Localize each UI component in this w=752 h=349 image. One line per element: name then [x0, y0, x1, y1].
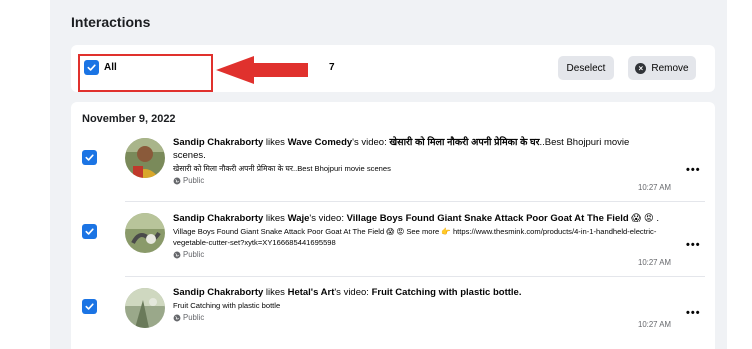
item-timestamp: 10:27 AM — [638, 183, 671, 192]
globe-icon — [173, 314, 181, 321]
item-headline[interactable]: Sandip Chakraborty likes Waje's video: V… — [173, 212, 663, 225]
globe-icon — [173, 251, 181, 258]
interactions-list: November 9, 2022 Sandip Chakraborty like… — [71, 102, 715, 349]
item-description: Village Boys Found Giant Snake Attack Po… — [173, 227, 657, 247]
check-icon — [85, 228, 94, 235]
item-checkbox[interactable] — [82, 224, 97, 239]
item-checkbox[interactable] — [82, 150, 97, 165]
item-timestamp: 10:27 AM — [638, 258, 671, 267]
item-description: Fruit Catching with plastic bottle — [173, 301, 281, 310]
section-title: Interactions — [71, 14, 151, 30]
deselect-button-label: Deselect — [566, 62, 606, 74]
avatar[interactable] — [125, 213, 165, 253]
privacy-indicator: Public — [173, 313, 663, 322]
annotation-arrow-icon — [216, 56, 308, 84]
globe-icon — [173, 177, 181, 184]
item-checkbox[interactable] — [82, 299, 97, 314]
remove-icon: × — [635, 62, 647, 74]
privacy-label: Public — [183, 313, 205, 322]
remove-button[interactable]: × Remove — [628, 56, 696, 80]
privacy-label: Public — [183, 176, 205, 185]
divider — [125, 276, 705, 277]
avatar[interactable] — [125, 288, 165, 328]
check-icon — [85, 303, 94, 310]
annotation-highlight-box — [78, 54, 213, 92]
more-options-icon[interactable]: ••• — [686, 239, 701, 251]
remove-button-label: Remove — [651, 62, 689, 74]
item-text: Sandip Chakraborty likes Waje's video: V… — [173, 212, 663, 259]
privacy-indicator: Public — [173, 250, 663, 259]
item-text: Sandip Chakraborty likes Hetal's Art's v… — [173, 286, 663, 322]
privacy-indicator: Public — [173, 176, 663, 185]
item-headline[interactable]: Sandip Chakraborty likes Hetal's Art's v… — [173, 286, 663, 299]
divider — [125, 201, 705, 202]
deselect-button[interactable]: Deselect — [558, 56, 614, 80]
privacy-label: Public — [183, 250, 205, 259]
check-icon — [85, 154, 94, 161]
avatar[interactable] — [125, 138, 165, 178]
more-options-icon[interactable]: ••• — [686, 164, 701, 176]
date-heading: November 9, 2022 — [82, 113, 176, 125]
more-options-icon[interactable]: ••• — [686, 307, 701, 319]
selected-count: 7 — [329, 62, 335, 73]
item-description: खेसारी को मिला नौकरी अपनी प्रेमिका के घर… — [173, 164, 391, 173]
item-timestamp: 10:27 AM — [638, 320, 671, 329]
item-headline[interactable]: Sandip Chakraborty likes Wave Comedy's v… — [173, 136, 663, 162]
item-text: Sandip Chakraborty likes Wave Comedy's v… — [173, 136, 663, 185]
